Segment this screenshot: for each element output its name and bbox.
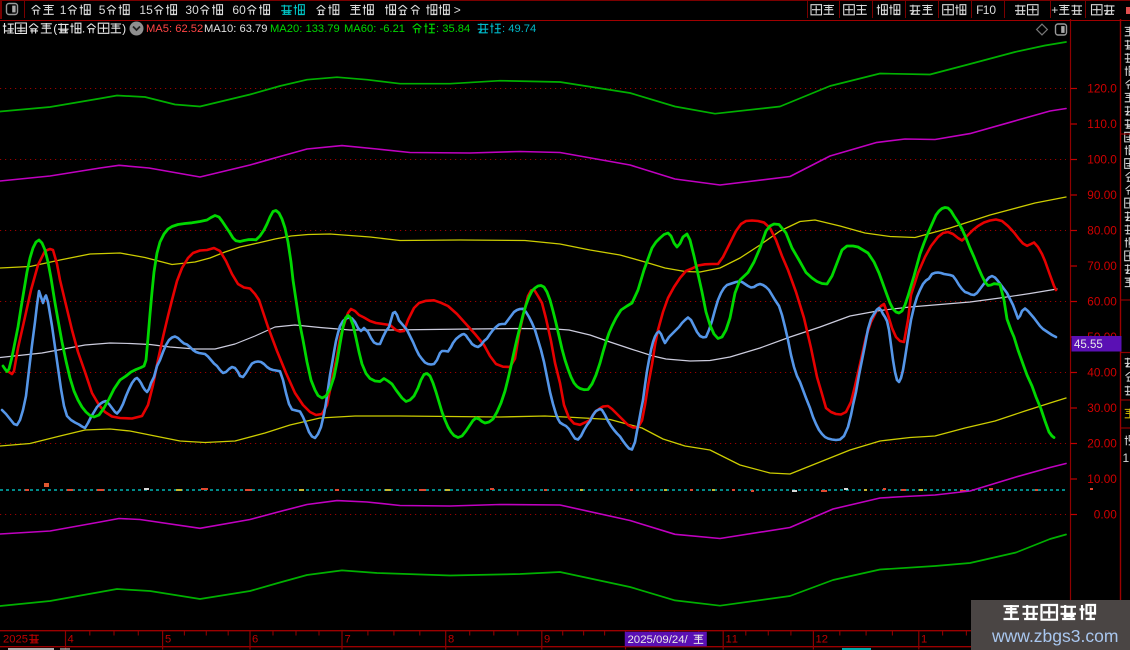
svg-text:M: M: [204, 23, 213, 35]
svg-text:1: 1: [1087, 472, 1094, 486]
svg-text:M: M: [146, 23, 155, 35]
svg-text:8: 8: [448, 634, 454, 646]
svg-text:0: 0: [192, 3, 199, 17]
svg-text:): ): [122, 21, 126, 35]
svg-text:3: 3: [318, 23, 324, 35]
svg-text::: :: [373, 23, 376, 35]
svg-text:(: (: [53, 21, 57, 35]
svg-text:5: 5: [146, 3, 153, 17]
svg-text:9: 9: [544, 634, 550, 646]
svg-text:0: 0: [293, 23, 299, 35]
svg-text:5: 5: [1096, 339, 1102, 351]
svg-text:9: 9: [261, 23, 267, 35]
svg-text:4: 4: [464, 23, 470, 35]
svg-text:0: 0: [989, 3, 996, 17]
svg-text:0: 0: [1110, 472, 1117, 486]
svg-text:5: 5: [22, 634, 28, 646]
svg-text:0: 0: [1110, 82, 1117, 96]
svg-text:0: 0: [656, 634, 662, 646]
svg-text:1: 1: [1087, 153, 1094, 167]
svg-text:+: +: [1051, 3, 1058, 17]
svg-text:5: 5: [99, 3, 106, 17]
svg-text:0: 0: [239, 3, 246, 17]
svg-text:0: 0: [227, 23, 233, 35]
svg-text:0: 0: [9, 634, 15, 646]
svg-text:M: M: [270, 23, 279, 35]
svg-text:0: 0: [367, 23, 373, 35]
svg-text:0: 0: [1110, 224, 1117, 238]
svg-text::: :: [436, 23, 439, 35]
svg-text::: :: [502, 23, 505, 35]
svg-text:0: 0: [1110, 437, 1117, 451]
svg-text:M: M: [344, 23, 353, 35]
svg-text::: :: [233, 23, 236, 35]
svg-text:1: 1: [399, 23, 405, 35]
svg-text:0: 0: [1110, 508, 1117, 522]
svg-text:1: 1: [1123, 451, 1130, 465]
svg-text::: :: [169, 23, 172, 35]
svg-text:>: >: [454, 3, 461, 17]
svg-text:4: 4: [68, 634, 74, 646]
svg-text:0: 0: [634, 634, 640, 646]
svg-text:0: 0: [1110, 188, 1117, 202]
svg-text:4: 4: [508, 23, 514, 35]
svg-text:4: 4: [530, 23, 536, 35]
svg-text:0: 0: [1110, 117, 1117, 131]
svg-text:1: 1: [921, 634, 927, 646]
svg-text:2: 2: [197, 23, 203, 35]
svg-text:1: 1: [732, 634, 738, 646]
svg-text:6: 6: [252, 634, 258, 646]
svg-text:9: 9: [334, 23, 340, 35]
svg-text:5: 5: [165, 634, 171, 646]
svg-text:1: 1: [60, 3, 67, 17]
svg-text:7: 7: [255, 23, 261, 35]
svg-text:0: 0: [1110, 295, 1117, 309]
svg-text:1: 1: [1087, 117, 1094, 131]
svg-text:2: 2: [822, 634, 828, 646]
svg-text:5: 5: [647, 634, 653, 646]
svg-text::: :: [299, 23, 302, 35]
svg-text:0: 0: [1110, 366, 1117, 380]
svg-text:2: 2: [1087, 437, 1094, 451]
svg-text:0: 0: [1110, 153, 1117, 167]
svg-text:9: 9: [1087, 188, 1094, 202]
svg-text:0: 0: [1110, 259, 1117, 273]
svg-text:3: 3: [442, 23, 448, 35]
svg-text:.: .: [82, 21, 85, 35]
svg-text:7: 7: [1087, 259, 1094, 273]
svg-text:0: 0: [1110, 401, 1117, 415]
svg-text:1: 1: [1087, 82, 1094, 96]
svg-text:7: 7: [345, 634, 351, 646]
